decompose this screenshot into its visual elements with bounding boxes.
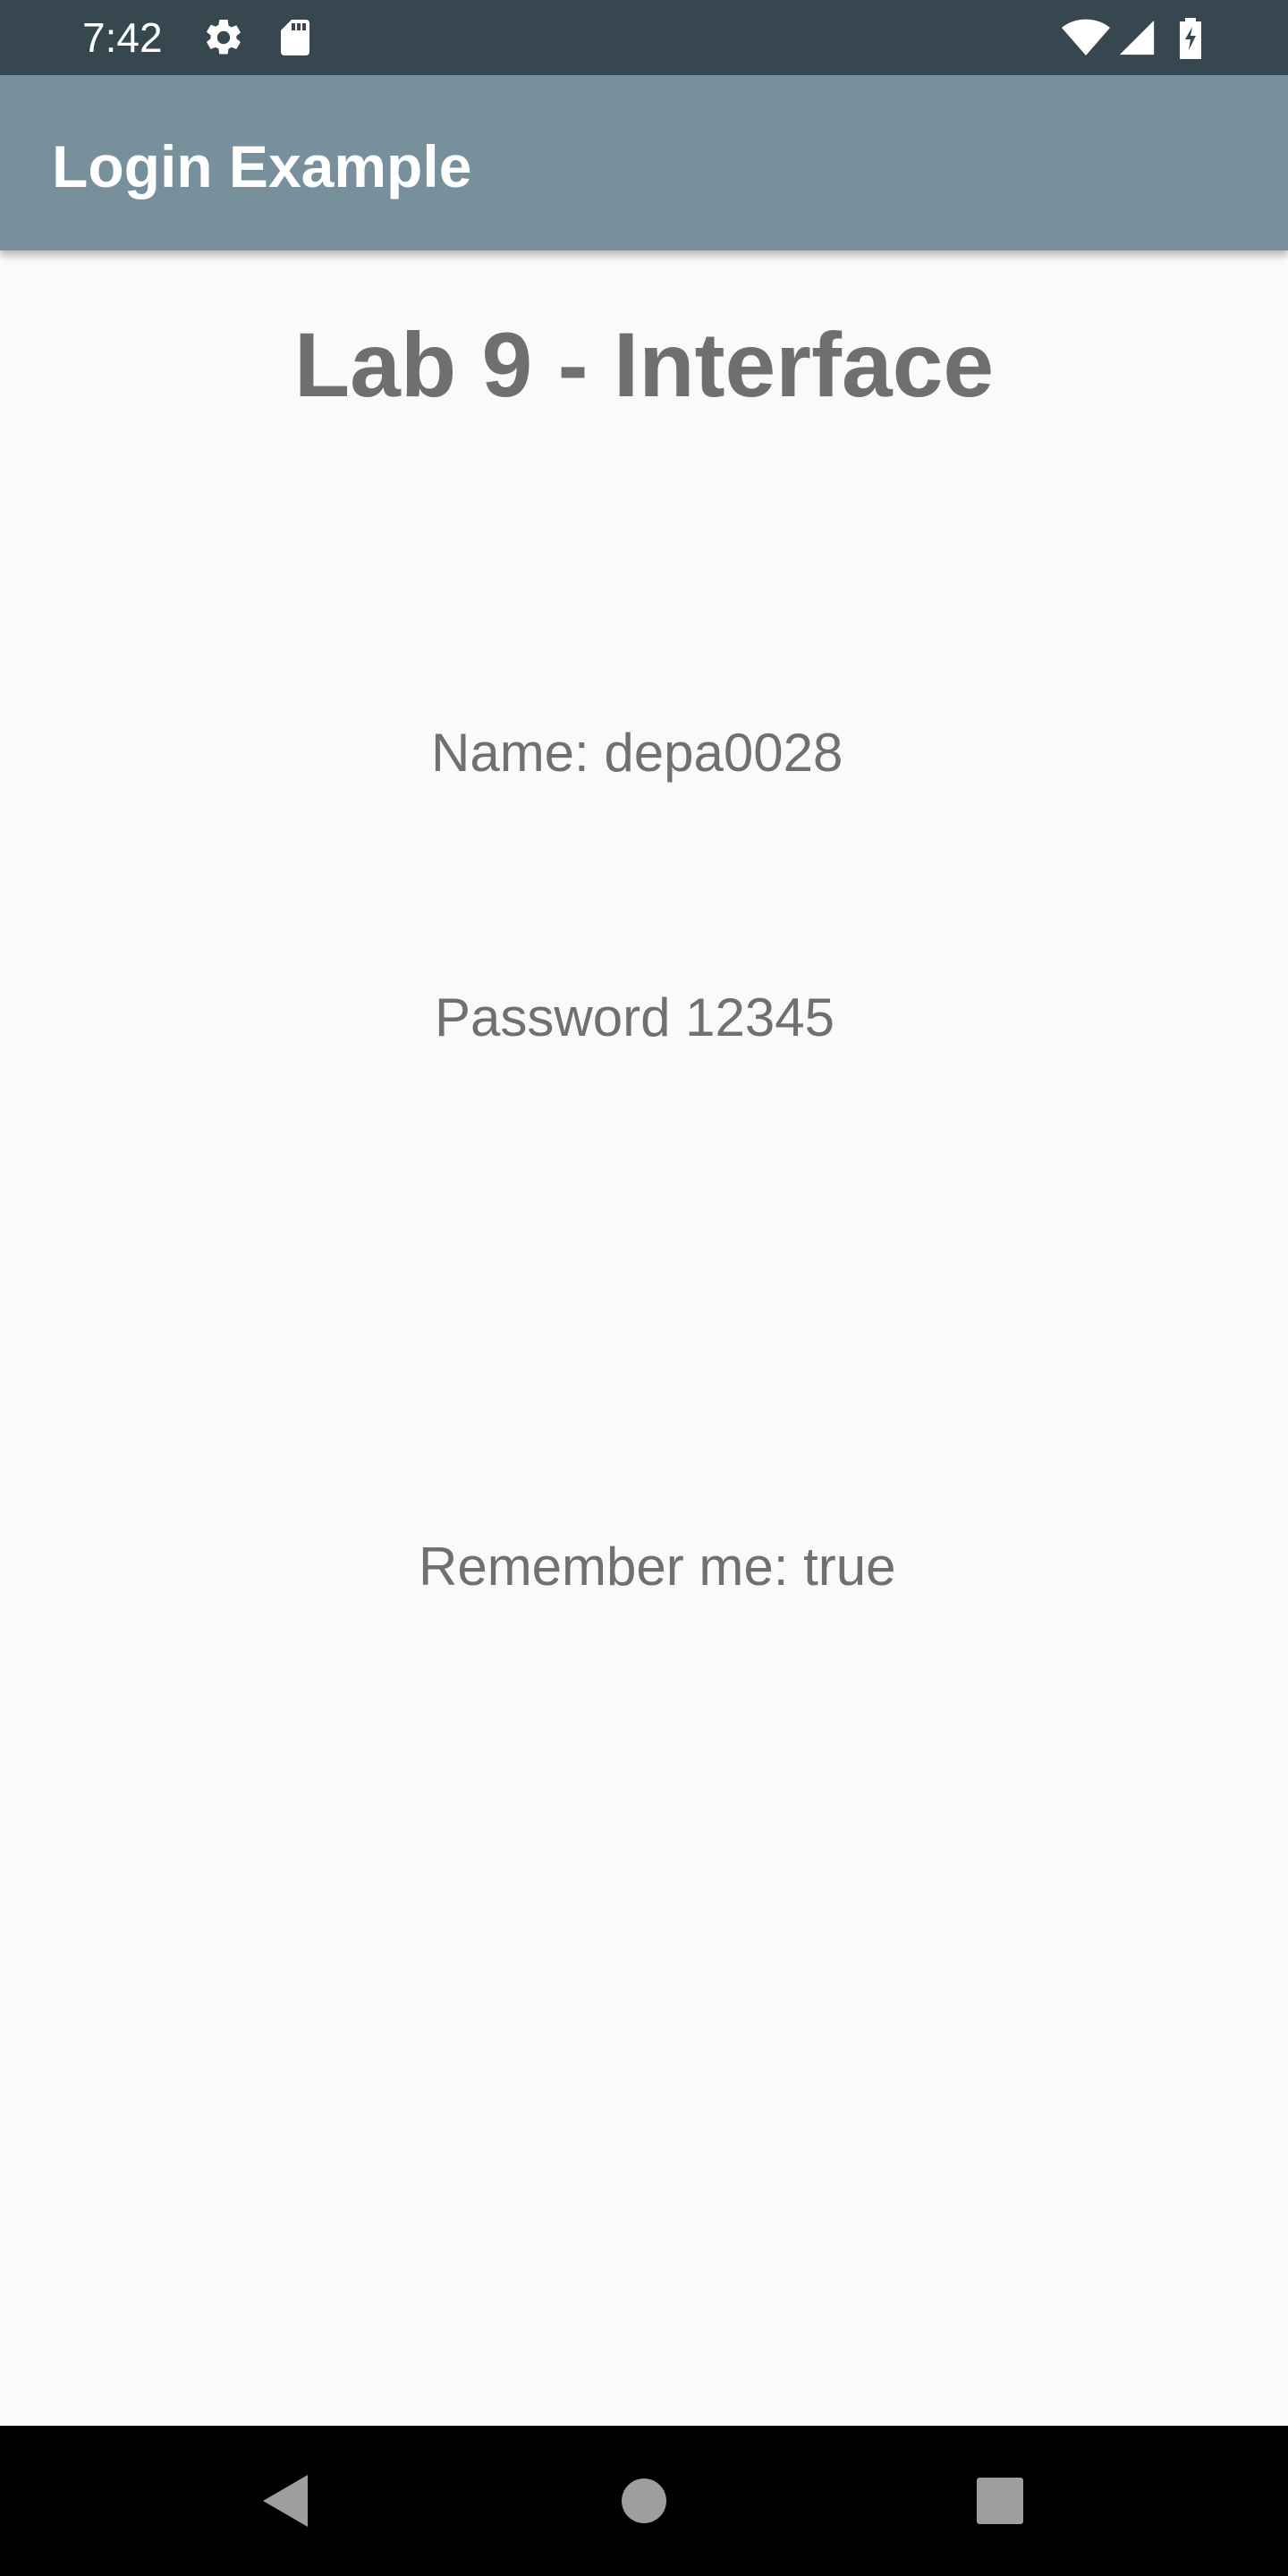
navigation-bar [0, 2426, 1288, 2576]
app-title: Login Example [52, 133, 472, 199]
back-button[interactable] [249, 2465, 320, 2537]
home-button[interactable] [608, 2465, 680, 2537]
back-icon [263, 2475, 308, 2527]
signal-icon [1116, 16, 1157, 59]
battery-charging-icon [1177, 16, 1204, 59]
password-text: Password 12345 [435, 987, 835, 1047]
status-bar: 7:42 [0, 0, 1288, 75]
sd-card-icon [274, 16, 317, 59]
recents-icon [977, 2478, 1023, 2524]
page-heading: Lab 9 - Interface [293, 314, 995, 416]
name-text: Name: depa0028 [431, 723, 843, 783]
app-bar: Login Example [0, 75, 1288, 250]
recents-button[interactable] [964, 2465, 1036, 2537]
home-icon [622, 2479, 666, 2523]
remember-me-text: Remember me: true [419, 1537, 896, 1597]
status-time: 7:42 [82, 14, 163, 61]
wifi-icon [1061, 16, 1111, 59]
gear-icon [202, 16, 245, 59]
